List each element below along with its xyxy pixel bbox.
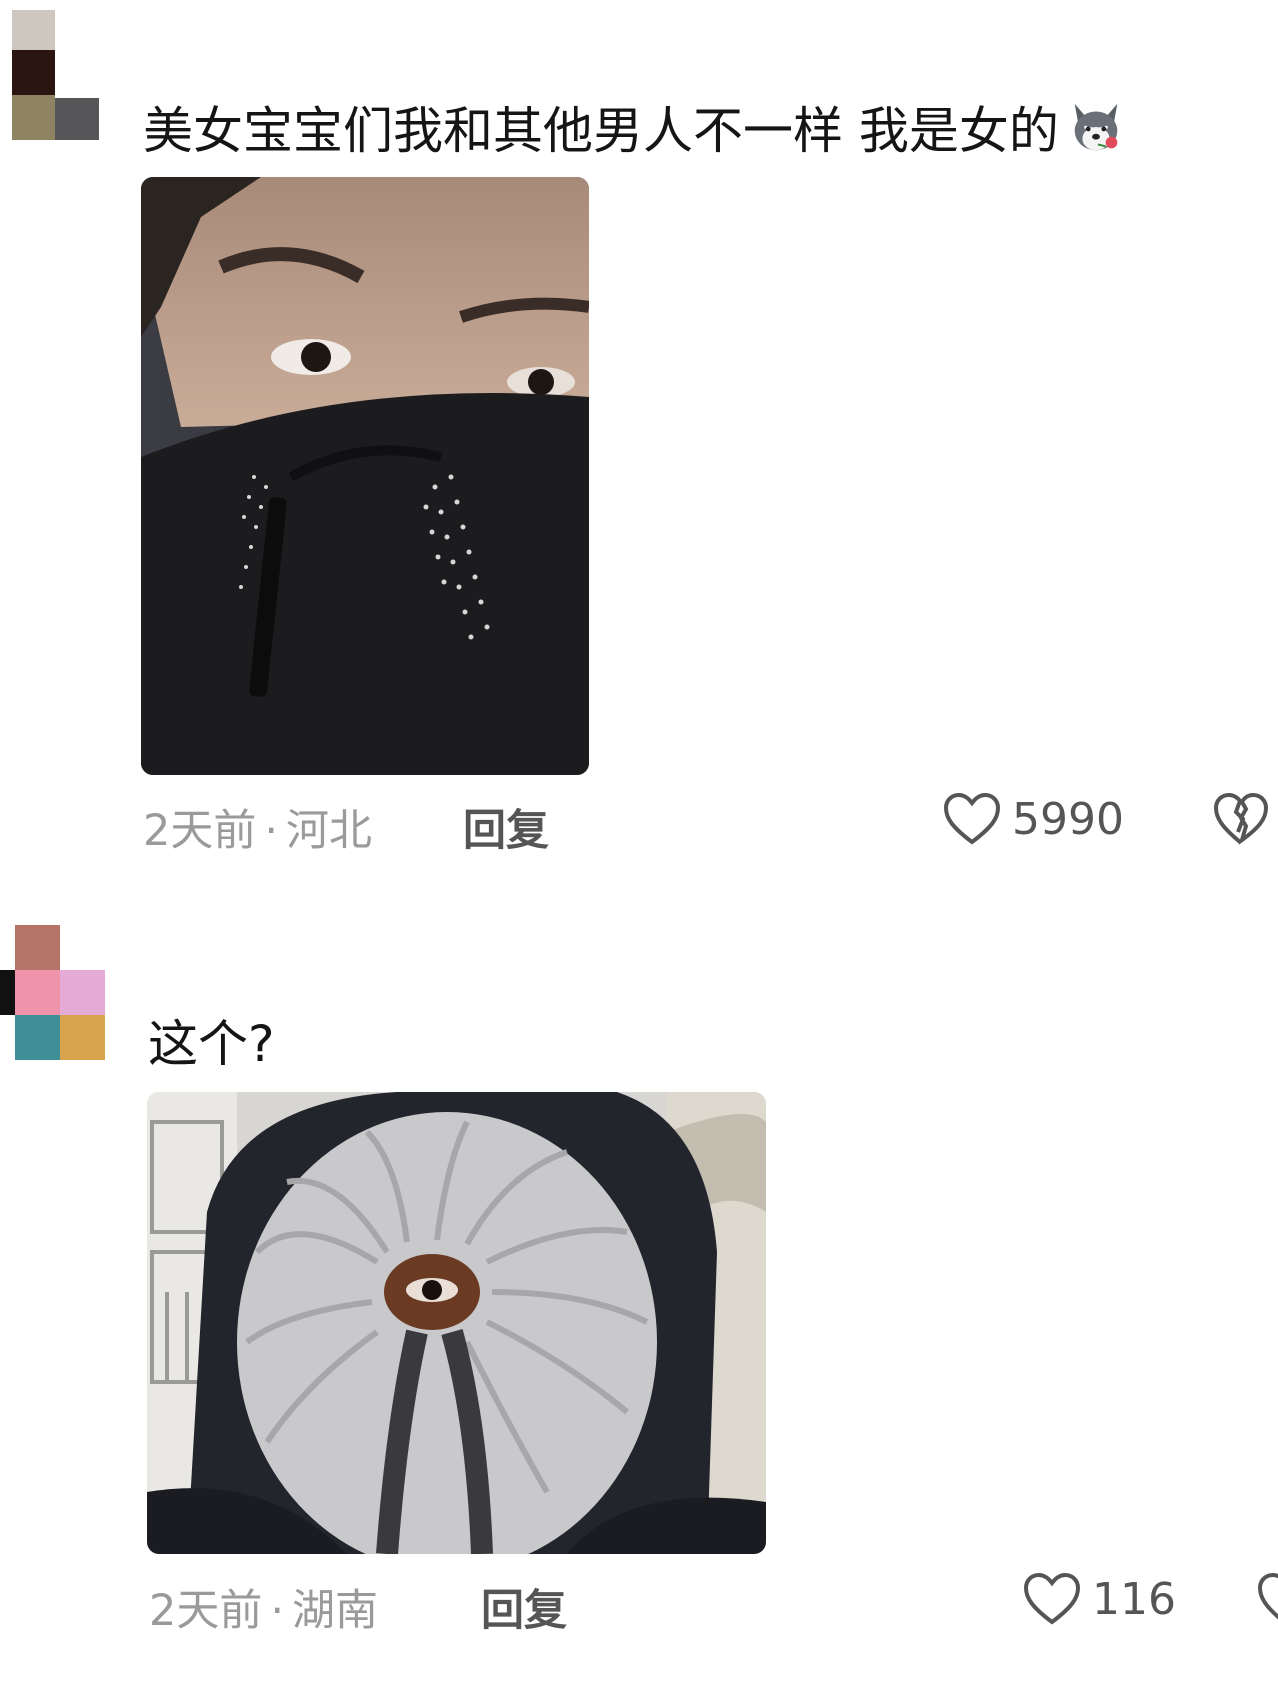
- comment-meta: 2天前 · 河北: [143, 796, 372, 858]
- like-count: 5990: [1012, 793, 1124, 845]
- comment-text: 美女宝宝们我和其他男人不一样 我是女的: [143, 96, 1127, 161]
- like-button[interactable]: 116: [1022, 1572, 1176, 1626]
- timestamp: 2天前: [149, 1586, 263, 1636]
- heart-icon: [943, 792, 1001, 845]
- timestamp: 2天前: [143, 806, 257, 856]
- location: 河北: [286, 806, 373, 856]
- like-count: 116: [1092, 1573, 1176, 1625]
- comment-text: 这个?: [148, 1015, 275, 1073]
- reply-button[interactable]: 回复: [463, 796, 549, 858]
- avatar[interactable]: [12, 10, 122, 150]
- person-in-hood-eye-photo: [147, 1092, 766, 1554]
- comment-image[interactable]: [147, 1092, 766, 1554]
- reply-button[interactable]: 回复: [481, 1576, 567, 1638]
- broken-heart-icon: [1257, 1572, 1278, 1620]
- heart-icon: [1023, 1572, 1081, 1625]
- broken-heart-icon: [1213, 792, 1269, 846]
- comment-meta: 2天前 · 湖南: [149, 1576, 378, 1638]
- separator: ·: [264, 806, 279, 856]
- person-covered-face-jacket-photo: [141, 177, 589, 775]
- comment-image[interactable]: [141, 177, 589, 775]
- husky-with-rose-emoji: [1074, 103, 1118, 151]
- separator: ·: [270, 1586, 285, 1636]
- dislike-button[interactable]: [1212, 792, 1269, 850]
- location: 湖南: [292, 1586, 379, 1636]
- like-button[interactable]: 5990: [942, 792, 1124, 846]
- dislike-button[interactable]: [1256, 1572, 1278, 1630]
- comment-text-content: 美女宝宝们我和其他男人不一样 我是女的: [143, 102, 1059, 160]
- avatar[interactable]: [0, 925, 110, 1065]
